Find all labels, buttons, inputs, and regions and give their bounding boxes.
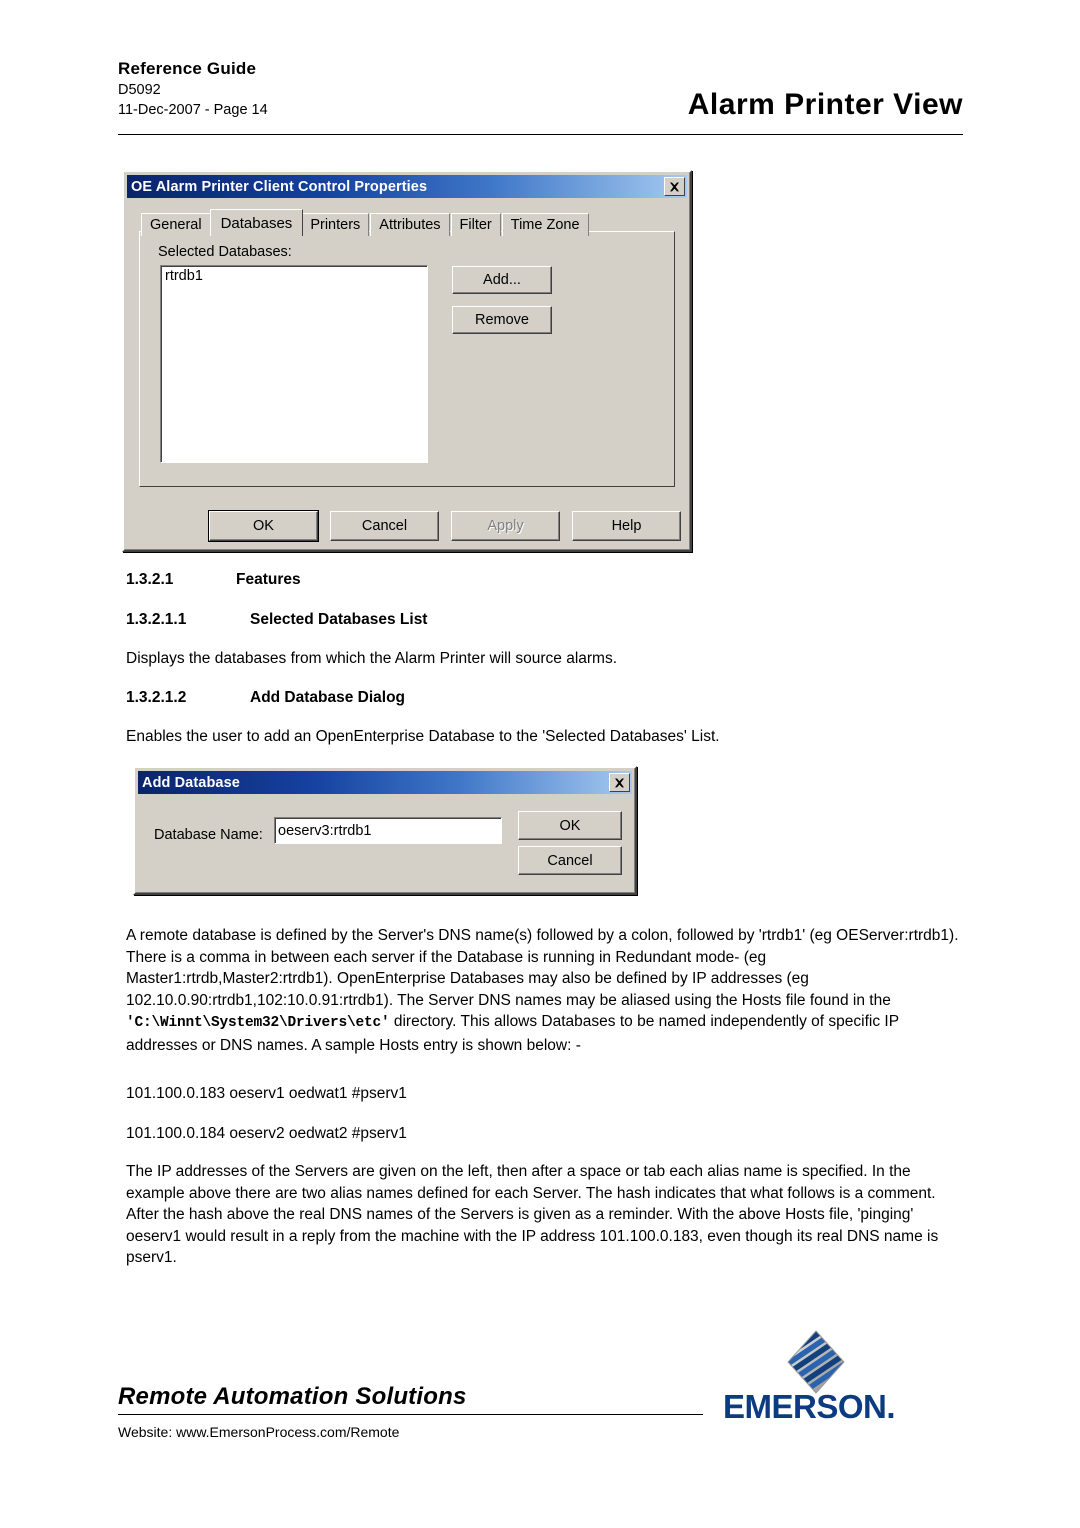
hosts-entry-line-2: 101.100.0.184 oeserv2 oedwat2 #pserv1 <box>126 1125 407 1142</box>
reference-guide-title: Reference Guide <box>118 59 257 78</box>
heading-features-label: Features <box>236 571 301 588</box>
add-database-dialog[interactable]: Add Database Database Name: oeserv3:rtrd… <box>133 766 637 895</box>
add-database-description: Enables the user to add an OpenEnterpris… <box>126 728 720 745</box>
remove-button-label: Remove <box>475 312 529 328</box>
tab-filter[interactable]: Filter <box>450 213 501 236</box>
page-header: Reference Guide D5092 11-Dec-2007 - Page… <box>118 58 963 136</box>
footer-tagline: Remote Automation Solutions <box>118 1383 467 1410</box>
databases-tab-panel: Selected Databases: rtrdb1 Add... Remove <box>139 231 675 487</box>
tab-databases[interactable]: Databases <box>209 209 304 236</box>
add-database-ok-button[interactable]: OK <box>518 811 622 840</box>
dialog-footer-buttons: OK Cancel Apply Help <box>125 510 689 542</box>
help-button[interactable]: Help <box>572 511 681 541</box>
selected-databases-listbox[interactable]: rtrdb1 <box>160 265 428 463</box>
heading-add-database-dialog-label: Add Database Dialog <box>250 689 406 706</box>
tab-time-zone-label: Time Zone <box>510 217 580 233</box>
tab-general[interactable]: General <box>141 213 211 236</box>
hosts-entry-line-1: 101.100.0.183 oeserv1 oedwat1 #pserv1 <box>126 1085 407 1102</box>
add-button-label: Add... <box>483 272 521 288</box>
tab-printers-label: Printers <box>310 217 361 233</box>
properties-tabstrip[interactable]: General Databases Printers Attributes Fi… <box>141 209 590 236</box>
list-item[interactable]: rtrdb1 <box>161 266 427 285</box>
header-left-block: Reference Guide D5092 11-Dec-2007 - Page… <box>118 58 268 120</box>
document-number: D5092 <box>118 82 161 98</box>
document-date-page: 11-Dec-2007 - Page 14 <box>118 102 268 118</box>
apply-button: Apply <box>451 511 560 541</box>
oe-alarm-printer-properties-dialog[interactable]: OE Alarm Printer Client Control Properti… <box>122 170 692 552</box>
emerson-wordmark-text: EMERSON <box>723 1388 887 1425</box>
emerson-diamond-logo-icon <box>787 1330 845 1394</box>
heading-selected-databases-list-number: 1.3.2.1.1 <box>126 611 187 628</box>
footer-website: Website: www.EmersonProcess.com/Remote <box>118 1424 400 1440</box>
emerson-wordmark: EMERSON. <box>723 1388 896 1426</box>
cancel-button-label: Cancel <box>361 518 408 534</box>
apply-button-label: Apply <box>487 518 524 534</box>
tab-general-label: General <box>150 217 202 233</box>
header-divider <box>118 134 963 135</box>
heading-selected-databases-list-label: Selected Databases List <box>250 611 428 628</box>
add-database-cancel-label: Cancel <box>547 852 593 869</box>
hosts-file-path: 'C:\Winnt\System32\Drivers\etc' <box>126 1015 390 1031</box>
remote-database-paragraph: A remote database is defined by the Serv… <box>126 925 966 1056</box>
footer-divider <box>118 1414 703 1415</box>
add-database-ok-label: OK <box>559 817 581 834</box>
heading-features: 1.3.2.1 Features <box>126 571 301 589</box>
tab-databases-label: Databases <box>220 214 293 232</box>
dialog-inner-frame: OE Alarm Printer Client Control Properti… <box>124 172 690 550</box>
emerson-logo: EMERSON. <box>723 1330 968 1430</box>
tab-attributes-label: Attributes <box>379 217 441 233</box>
tab-filter-label: Filter <box>459 217 492 233</box>
heading-add-database-dialog-number: 1.3.2.1.2 <box>126 689 187 706</box>
heading-features-number: 1.3.2.1 <box>126 571 174 588</box>
cancel-button[interactable]: Cancel <box>330 511 439 541</box>
close-icon[interactable] <box>609 773 630 792</box>
page-title: Alarm Printer View <box>687 88 963 121</box>
tab-time-zone[interactable]: Time Zone <box>501 213 589 236</box>
add-database-button[interactable]: Add... <box>452 266 552 294</box>
heading-selected-databases-list: 1.3.2.1.1 Selected Databases List <box>126 611 427 629</box>
ok-button-label: OK <box>253 518 274 534</box>
add-database-title: Add Database <box>142 774 240 791</box>
remove-database-button[interactable]: Remove <box>452 306 552 334</box>
ip-address-explanation: The IP addresses of the Servers are give… <box>126 1163 939 1266</box>
tab-attributes[interactable]: Attributes <box>370 213 450 236</box>
tab-printers[interactable]: Printers <box>301 213 370 236</box>
heading-add-database-dialog: 1.3.2.1.2 Add Database Dialog <box>126 689 405 707</box>
selected-databases-label: Selected Databases: <box>158 244 292 260</box>
selected-databases-description: Displays the databases from which the Al… <box>126 650 618 667</box>
add-database-titlebar[interactable]: Add Database <box>138 771 632 794</box>
ok-button[interactable]: OK <box>208 510 319 542</box>
database-name-input[interactable]: oeserv3:rtrdb1 <box>274 817 502 844</box>
remote-db-part1: A remote database is defined by the Serv… <box>126 927 959 1009</box>
add-database-inner-frame: Add Database Database Name: oeserv3:rtrd… <box>135 768 635 893</box>
close-icon[interactable] <box>664 177 685 196</box>
help-button-label: Help <box>611 518 642 534</box>
emerson-wordmark-dot: . <box>886 1388 896 1425</box>
properties-dialog-titlebar[interactable]: OE Alarm Printer Client Control Properti… <box>127 175 687 198</box>
add-database-cancel-button[interactable]: Cancel <box>518 846 622 875</box>
database-name-label: Database Name: <box>154 827 263 843</box>
properties-dialog-title: OE Alarm Printer Client Control Properti… <box>131 178 428 195</box>
